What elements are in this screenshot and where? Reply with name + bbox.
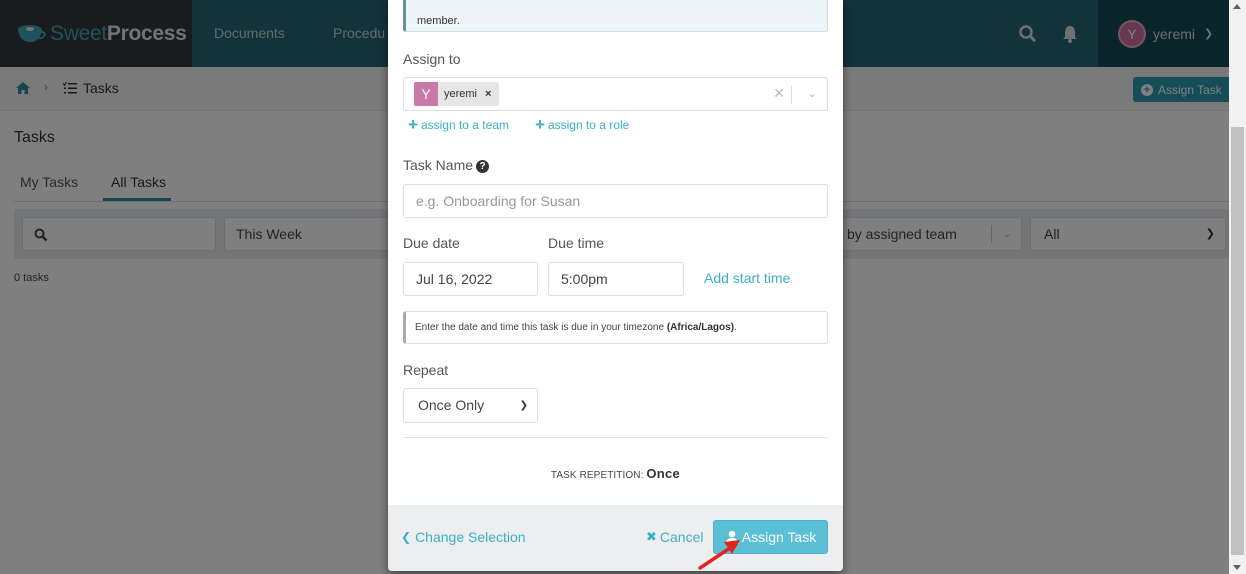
add-start-time-link[interactable]: Add start time — [704, 270, 790, 286]
cancel-label: Cancel — [659, 529, 704, 545]
assign-to-role-link[interactable]: + assign to a role — [535, 115, 630, 134]
due-date-label: Due date — [403, 235, 460, 251]
task-repetition-label: TASK REPETITION: — [550, 470, 644, 481]
cancel-button[interactable]: ✖ Cancel — [646, 529, 704, 545]
scroll-up-arrow[interactable] — [1233, 4, 1241, 9]
timezone-name: (Africa/Lagos) — [666, 322, 735, 333]
due-time-input[interactable]: 5:00pm — [548, 262, 684, 296]
scrollbar[interactable] — [1229, 0, 1246, 574]
assign-task-button[interactable]: Assign Task — [713, 520, 828, 554]
info-message-text: member. — [417, 15, 460, 27]
close-icon: ✖ — [646, 529, 657, 544]
assign-to-team-link[interactable]: + assign to a team — [408, 115, 509, 134]
assignee-select[interactable]: Y yeremi × ✕ ⌄ — [403, 77, 828, 111]
assign-to-label: Assign to — [403, 51, 461, 67]
task-repetition-value: Once — [646, 466, 681, 481]
repeat-select-value: Once Only — [418, 397, 485, 413]
assignee-avatar: Y — [414, 82, 438, 106]
plus-icon: + — [408, 115, 418, 134]
task-name-label-text: Task Name — [403, 157, 474, 173]
plus-icon: + — [535, 115, 545, 134]
info-message: member. — [403, 0, 828, 32]
task-name-label: Task Name? — [403, 157, 490, 173]
scroll-thumb[interactable] — [1231, 127, 1244, 555]
assign-to-role-label: assign to a role — [547, 118, 630, 132]
assignee-name: yeremi — [444, 88, 478, 100]
modal-footer: ❮ Change Selection ✖ Cancel Assign Task — [388, 505, 843, 571]
chevron-left-icon: ❮ — [401, 530, 412, 544]
task-name-input[interactable]: e.g. Onboarding for Susan — [403, 184, 828, 218]
assignee-chip: Y yeremi × — [414, 82, 500, 106]
assign-to-team-label: assign to a team — [420, 118, 509, 132]
task-repetition-summary: TASK REPETITION: Once — [388, 466, 843, 481]
clear-icon[interactable]: ✕ — [773, 85, 785, 102]
question-circle-icon[interactable]: ? — [476, 160, 490, 173]
modal-body: member. Assign to Y yeremi × ✕ ⌄ + assig… — [388, 0, 843, 505]
scroll-down-arrow[interactable] — [1233, 565, 1241, 570]
due-time-label: Due time — [548, 235, 605, 251]
change-selection-label: Change Selection — [415, 529, 526, 545]
separator — [791, 86, 792, 104]
assign-task-label: Assign Task — [741, 529, 817, 545]
divider — [403, 437, 828, 438]
due-date-input[interactable]: Jul 16, 2022 — [403, 262, 538, 296]
timezone-hint-text: Enter the date and time this task is due… — [415, 322, 665, 333]
repeat-select[interactable]: Once Only ❯ — [403, 388, 538, 423]
change-selection-button[interactable]: ❮ Change Selection — [401, 529, 526, 545]
chevron-down-icon[interactable]: ⌄ — [808, 87, 817, 100]
assign-task-modal: member. Assign to Y yeremi × ✕ ⌄ + assig… — [388, 0, 843, 571]
timezone-hint: Enter the date and time this task is due… — [403, 311, 828, 344]
chevron-down-icon: ❯ — [519, 400, 528, 411]
user-icon — [725, 530, 738, 544]
repeat-label: Repeat — [403, 362, 449, 378]
remove-assignee-icon[interactable]: × — [477, 82, 499, 106]
